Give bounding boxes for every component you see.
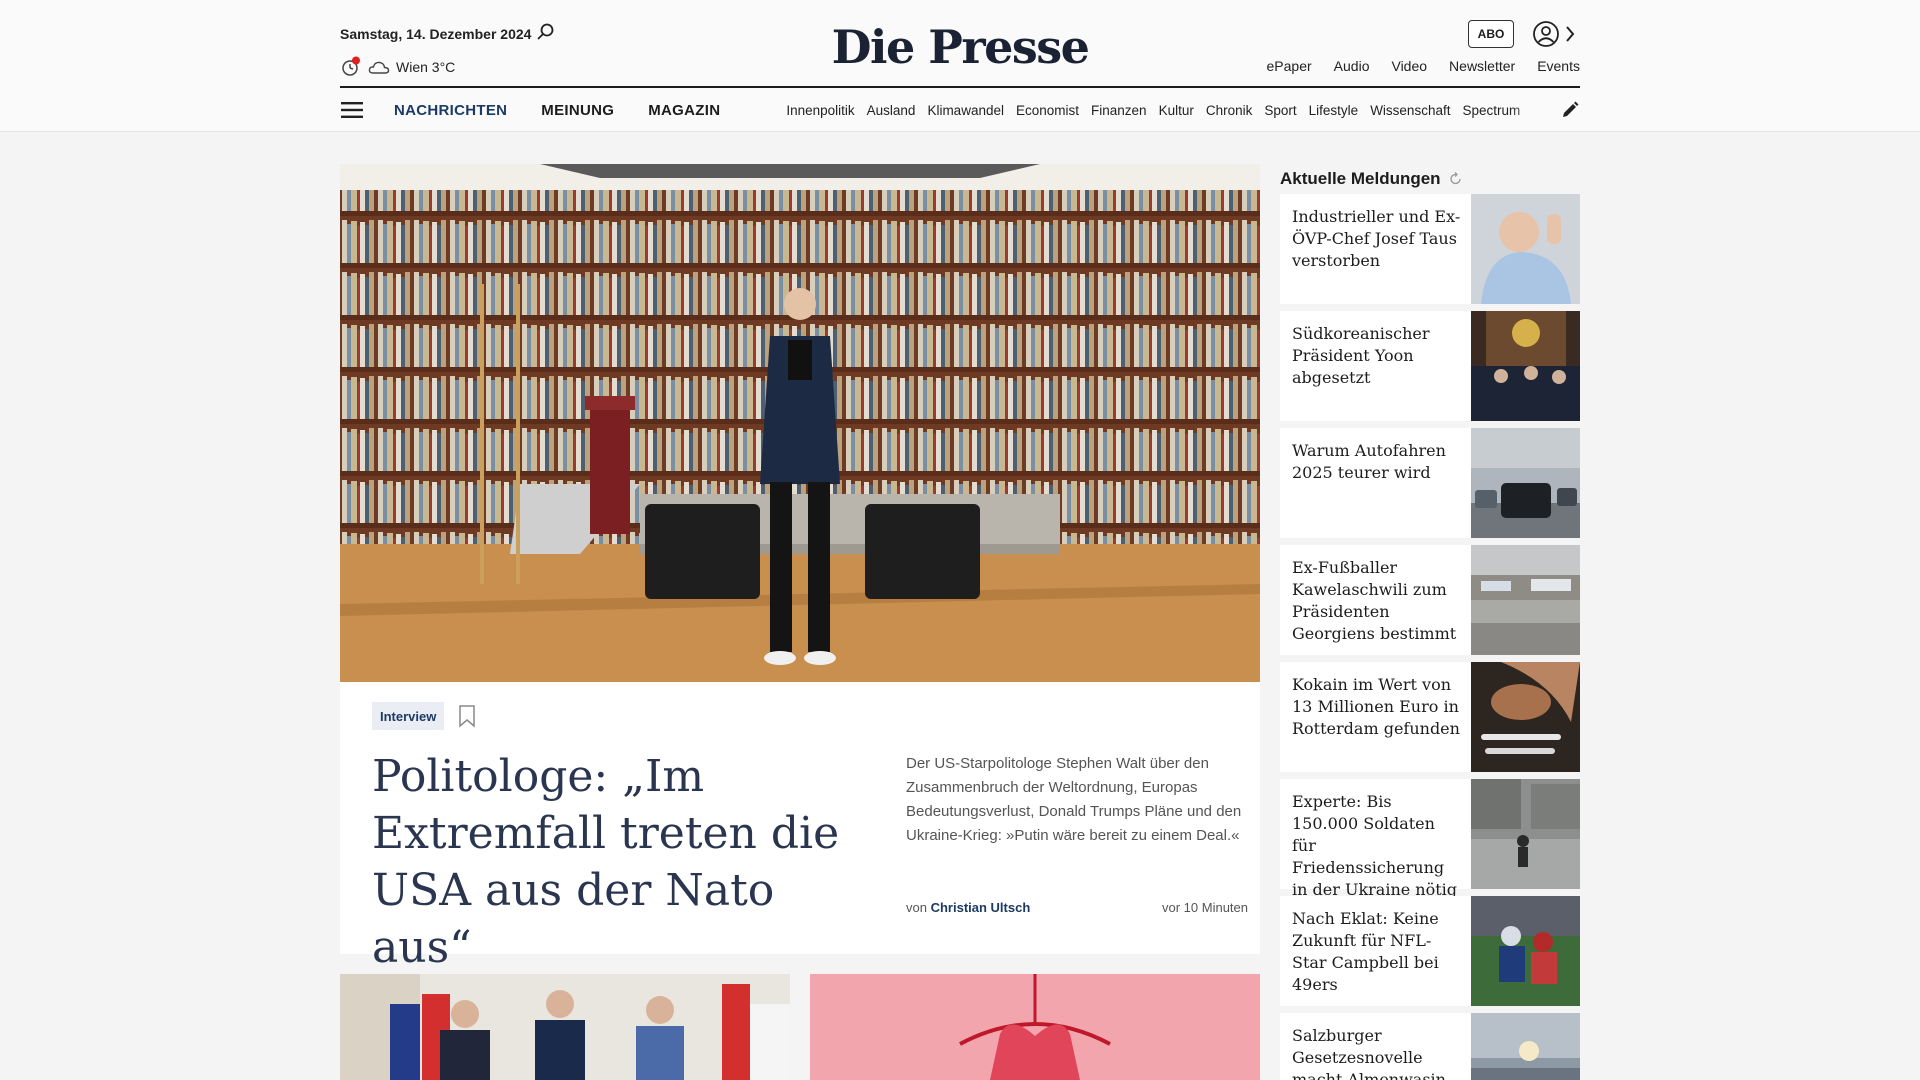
hero-teaser: Der US-Starpolitologe Stephen Walt über …: [906, 755, 1242, 844]
site-header: Samstag, 14. Dezember 2024 Wien 3°C Die …: [0, 0, 1920, 132]
link-newsletter[interactable]: Newsletter: [1449, 58, 1515, 74]
news-item-thumbnail: [1471, 428, 1580, 538]
site-logo[interactable]: Die Presse: [0, 20, 1920, 74]
news-item-title: Nach Eklat: Keine Zukunft für NFL-Star C…: [1292, 909, 1439, 994]
nav-sub-sport[interactable]: Sport: [1264, 103, 1296, 118]
news-item-thumbnail: [1471, 779, 1580, 889]
nav-item-nachrichten[interactable]: NACHRICHTEN: [394, 102, 507, 119]
nav-sub-lifestyle[interactable]: Lifestyle: [1309, 103, 1359, 118]
news-item-thumbnail: [1471, 194, 1580, 304]
main-navigation: NACHRICHTEN MEINUNG MAGAZIN Innenpolitik…: [340, 88, 1580, 132]
news-item-title: Industrieller und Ex-ÖVP-Chef Josef Taus…: [1292, 207, 1461, 270]
hero-image[interactable]: [340, 164, 1260, 682]
news-item[interactable]: Südkoreanischer Präsident Yoon abgesetzt: [1280, 311, 1580, 421]
abo-button[interactable]: ABO: [1468, 20, 1514, 48]
nav-sub-innenpolitik[interactable]: Innenpolitik: [786, 103, 854, 118]
news-item-thumbnail: [1471, 896, 1580, 1006]
news-item-thumbnail: [1471, 545, 1580, 655]
nav-sub-chronik[interactable]: Chronik: [1206, 103, 1253, 118]
news-item-title: Kokain im Wert von 13 Millionen Euro in …: [1292, 675, 1460, 738]
news-item[interactable]: Warum Autofahren 2025 teurer wird: [1280, 428, 1580, 538]
link-video[interactable]: Video: [1391, 58, 1427, 74]
news-item[interactable]: Experte: Bis 150.000 Soldaten für Friede…: [1280, 779, 1580, 899]
nav-main-sections: NACHRICHTEN MEINUNG MAGAZIN: [394, 102, 720, 119]
news-item-thumbnail: [1471, 311, 1580, 421]
chevron-right-icon[interactable]: [1564, 24, 1576, 44]
user-account-icon[interactable]: [1532, 20, 1560, 48]
refresh-icon[interactable]: [1449, 172, 1463, 186]
hero-headline[interactable]: Politologe: „Im Extremfall treten die US…: [372, 748, 852, 976]
news-item[interactable]: Kokain im Wert von 13 Millionen Euro in …: [1280, 662, 1580, 772]
nav-sub-kultur[interactable]: Kultur: [1159, 103, 1194, 118]
nav-item-magazin[interactable]: MAGAZIN: [648, 102, 720, 119]
news-item-title: Ex-Fußballer Kawelaschwili zum Präsident…: [1292, 558, 1457, 643]
nav-sub-ausland[interactable]: Ausland: [867, 103, 916, 118]
article-card-image[interactable]: [810, 974, 1260, 1080]
news-item[interactable]: Industrieller und Ex-ÖVP-Chef Josef Taus…: [1280, 194, 1580, 304]
author-link[interactable]: Christian Ultsch: [931, 900, 1031, 915]
news-item[interactable]: Nach Eklat: Keine Zukunft für NFL-Star C…: [1280, 896, 1580, 1006]
nav-sub-finanzen[interactable]: Finanzen: [1091, 103, 1147, 118]
top-links: ePaper Audio Video Newsletter Events: [1267, 58, 1580, 74]
article-category-tag[interactable]: Interview: [372, 702, 445, 730]
news-item-thumbnail: [1471, 662, 1580, 772]
sidebar-title: Aktuelle Meldungen: [1280, 164, 1580, 194]
article-card-image[interactable]: [340, 974, 790, 1080]
bookmark-icon[interactable]: [458, 704, 476, 728]
nav-subsections: Innenpolitik Ausland Klimawandel Economi…: [786, 103, 1548, 118]
link-epaper[interactable]: ePaper: [1267, 58, 1312, 74]
hero-byline: von Christian Ultsch: [906, 900, 1030, 915]
news-item-title: Südkoreanischer Präsident Yoon abgesetzt: [1292, 324, 1430, 387]
sidebar-title-label: Aktuelle Meldungen: [1280, 169, 1441, 188]
news-item-title: Warum Autofahren 2025 teurer wird: [1292, 441, 1446, 482]
news-item[interactable]: Ex-Fußballer Kawelaschwili zum Präsident…: [1280, 545, 1580, 655]
news-item-title: Salzburger Gesetzesnovelle macht Almenwa…: [1292, 1026, 1446, 1080]
nav-sub-klimawandel[interactable]: Klimawandel: [927, 103, 1004, 118]
nav-item-meinung[interactable]: MEINUNG: [541, 102, 614, 119]
news-item-title: Experte: Bis 150.000 Soldaten für Friede…: [1292, 792, 1458, 899]
link-events[interactable]: Events: [1537, 58, 1580, 74]
nav-sub-economist[interactable]: Economist: [1016, 103, 1079, 118]
news-item[interactable]: Salzburger Gesetzesnovelle macht Almenwa…: [1280, 1013, 1580, 1080]
hamburger-menu-icon[interactable]: [340, 100, 364, 120]
publish-time: vor 10 Minuten: [1162, 900, 1248, 915]
nav-sub-spectrum[interactable]: Spectrum: [1462, 103, 1520, 118]
latest-news-sidebar: Aktuelle Meldungen Industrieller und Ex-…: [1280, 164, 1580, 1080]
news-item-thumbnail: [1471, 1013, 1580, 1080]
link-audio[interactable]: Audio: [1334, 58, 1370, 74]
nav-sub-wissenschaft[interactable]: Wissenschaft: [1370, 103, 1450, 118]
pencil-icon[interactable]: [1560, 100, 1580, 120]
hero-article: Interview Politologe: „Im Extremfall tre…: [340, 164, 1260, 973]
byline-prefix: von: [906, 900, 927, 915]
